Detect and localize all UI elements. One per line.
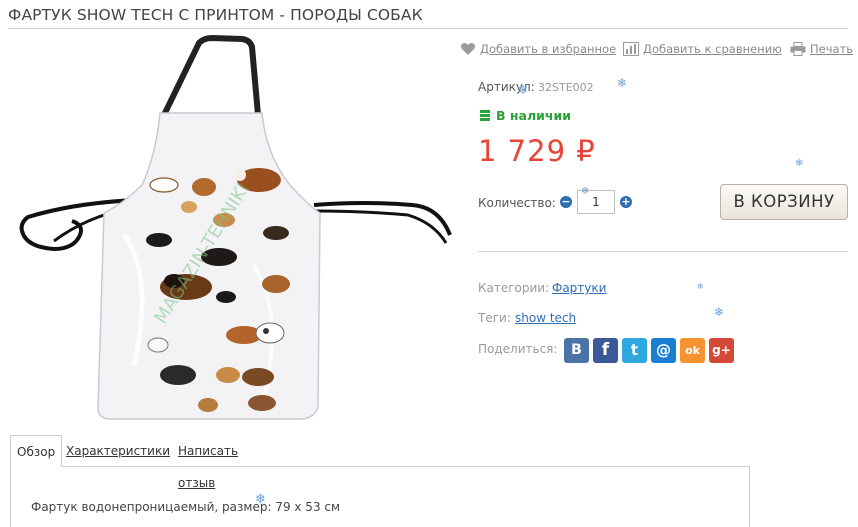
tag-link[interactable]: show tech [515, 311, 576, 325]
snowflake-icon: ❄ [255, 492, 266, 507]
share-mail-button[interactable]: @ [651, 338, 676, 363]
tab-characteristics[interactable]: Характеристики [66, 435, 170, 467]
tab-write-review[interactable]: Написать отзыв [178, 435, 238, 490]
bar-chart-icon [623, 42, 639, 56]
print-label: Печать [810, 42, 854, 56]
title-divider [8, 28, 848, 29]
share-vk-button[interactable]: B [564, 338, 589, 363]
snowflake-icon: ❄ [697, 282, 704, 291]
tab-overview[interactable]: Обзор [10, 435, 63, 467]
print-link[interactable]: Печать [790, 42, 853, 56]
price: 1 729 ₽ [478, 134, 596, 168]
share-twitter-button[interactable]: t [622, 338, 647, 363]
add-to-compare-label: Добавить к сравнению [643, 42, 782, 56]
share-facebook-button[interactable]: f [593, 338, 618, 363]
product-description: Фартук водонепроницаемый, размер: 79 х 5… [31, 500, 341, 514]
snowflake-icon: ❄ [617, 76, 628, 90]
categories-label: Категории: [478, 281, 550, 295]
product-image[interactable]: MAGAZIN-TEHNIKI [14, 35, 454, 425]
tab-panel [10, 466, 750, 527]
tab-characteristics-label: Характеристики [66, 444, 171, 458]
snowflake-icon: ❄ [518, 83, 529, 97]
snowflake-icon: ❄ [581, 186, 590, 197]
sku-value: 32STE002 [538, 81, 594, 94]
details-divider [478, 251, 848, 252]
add-to-favorites-label: Добавить в избранное [480, 42, 617, 56]
stock-label: В наличии [496, 108, 571, 123]
snowflake-icon: ❄ [795, 158, 804, 169]
add-to-cart-button[interactable]: В КОРЗИНУ [720, 184, 848, 220]
add-to-compare-link[interactable]: Добавить к сравнению [623, 42, 782, 56]
tags-label: Теги: [478, 311, 511, 325]
quantity-label: Количество: [478, 196, 556, 210]
snowflake-icon: ❄ [714, 305, 725, 319]
share-label: Поделиться: [478, 342, 558, 356]
stock-status: В наличии [480, 108, 571, 123]
printer-icon [790, 42, 806, 56]
heart-icon [461, 43, 475, 55]
page-title: ФАРТУК SHOW TECH С ПРИНТОМ - ПОРОДЫ СОБА… [8, 6, 423, 24]
share-google-plus-button[interactable]: g+ [709, 338, 734, 363]
share-odnoklassniki-button[interactable]: ok [680, 338, 705, 363]
stock-bars-icon [480, 109, 490, 123]
plus-circle-icon[interactable]: + [620, 196, 632, 208]
minus-circle-icon[interactable]: − [560, 196, 572, 208]
add-to-favorites-link[interactable]: Добавить в избранное [460, 42, 616, 56]
product-actions: Добавить в избранное Добавить к сравнени… [460, 42, 853, 58]
category-link[interactable]: Фартуки [552, 281, 606, 295]
